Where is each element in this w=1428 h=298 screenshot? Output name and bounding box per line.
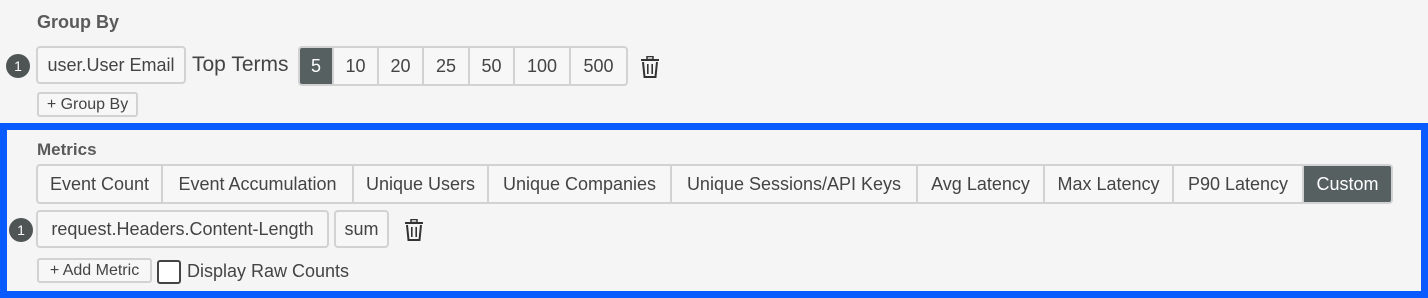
metric-option-max-latency[interactable]: Max Latency (1045, 166, 1174, 202)
metric-option-custom[interactable]: Custom (1304, 166, 1391, 202)
group-by-row-number-badge: 1 (6, 54, 30, 78)
metric-aggregation-select[interactable]: sum (334, 210, 389, 248)
metric-option-p90-latency[interactable]: P90 Latency (1174, 166, 1304, 202)
add-metric-button[interactable]: + Add Metric (37, 258, 152, 283)
metric-option-avg-latency[interactable]: Avg Latency (918, 166, 1045, 202)
metric-field-select[interactable]: request.Headers.Content-Length (36, 210, 329, 248)
metric-option-event-accumulation[interactable]: Event Accumulation (163, 166, 354, 202)
group-by-field-select[interactable]: user.User Email (36, 46, 186, 84)
top-terms-option[interactable]: 100 (515, 48, 571, 84)
top-terms-option[interactable]: 20 (379, 48, 424, 84)
metric-option-unique-users[interactable]: Unique Users (354, 166, 489, 202)
top-terms-label: Top Terms (192, 53, 289, 76)
delete-metric-trash-icon[interactable] (404, 219, 424, 241)
display-raw-counts-label: Display Raw Counts (187, 261, 350, 281)
metric-type-selector: Event Count Event Accumulation Unique Us… (36, 164, 1393, 204)
metrics-heading: Metrics (37, 140, 97, 159)
metric-option-unique-companies[interactable]: Unique Companies (489, 166, 672, 202)
display-raw-counts-checkbox[interactable] (157, 260, 181, 284)
top-terms-option[interactable]: 5 (300, 48, 334, 84)
top-terms-selector: 5 10 20 25 50 100 500 (298, 46, 628, 86)
metric-option-unique-sessions[interactable]: Unique Sessions/API Keys (672, 166, 918, 202)
top-terms-option[interactable]: 25 (424, 48, 470, 84)
top-terms-option[interactable]: 10 (334, 48, 379, 84)
delete-group-by-trash-icon[interactable] (640, 56, 660, 78)
metric-option-event-count[interactable]: Event Count (38, 166, 163, 202)
add-group-by-button[interactable]: + Group By (37, 92, 138, 117)
top-terms-option[interactable]: 50 (470, 48, 515, 84)
top-terms-option[interactable]: 500 (571, 48, 626, 84)
group-by-heading: Group By (37, 12, 120, 32)
metric-row-number-badge: 1 (9, 218, 33, 242)
